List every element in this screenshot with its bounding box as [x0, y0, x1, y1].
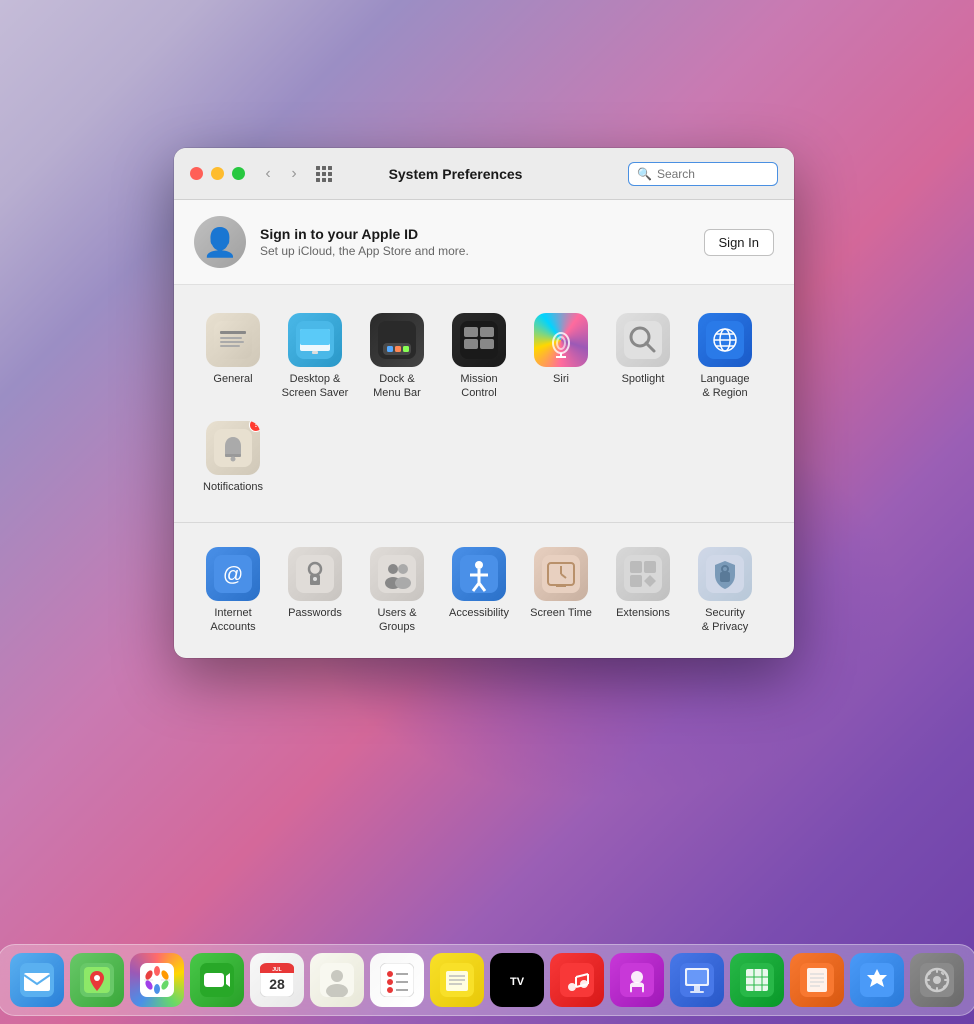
pref-spotlight[interactable]: Spotlight — [604, 305, 682, 409]
search-box[interactable]: 🔍 — [628, 162, 778, 186]
pref-passwords[interactable]: Passwords — [276, 539, 354, 643]
system-preferences-window: ‹ › System Preferences 🔍 👤 — [174, 148, 794, 658]
minimize-button[interactable] — [211, 167, 224, 180]
close-button[interactable] — [190, 167, 203, 180]
preferences-container: General Desktop &Screen Saver — [174, 285, 794, 658]
section-personal-grid: General Desktop &Screen Saver — [194, 305, 774, 502]
sign-in-button[interactable]: Sign In — [704, 229, 774, 256]
titlebar: ‹ › System Preferences 🔍 — [174, 148, 794, 200]
dock-calendar[interactable]: JUL 28 — [250, 953, 304, 1007]
extensions-label: Extensions — [616, 606, 670, 620]
dock-facetime[interactable] — [190, 953, 244, 1007]
dock-photos[interactable] — [130, 953, 184, 1007]
window-title: System Preferences — [283, 166, 628, 182]
section-accounts: @ InternetAccounts Passwords — [174, 522, 794, 658]
desktop-icon — [288, 313, 342, 367]
screentime-icon — [534, 547, 588, 601]
passwords-icon — [288, 547, 342, 601]
language-label: Language& Region — [701, 372, 750, 401]
dock-music[interactable] — [550, 953, 604, 1007]
section-accounts-grid: @ InternetAccounts Passwords — [194, 539, 774, 643]
users-label: Users &Groups — [377, 606, 416, 635]
apple-id-banner[interactable]: 👤 Sign in to your Apple ID Set up iCloud… — [174, 200, 794, 285]
pref-notifications[interactable]: ! Notifications — [194, 413, 272, 502]
mission-icon — [452, 313, 506, 367]
pref-accessibility[interactable]: Accessibility — [440, 539, 518, 643]
pref-desktop[interactable]: Desktop &Screen Saver — [276, 305, 354, 409]
pref-security[interactable]: Security& Privacy — [686, 539, 764, 643]
svg-text:JUL: JUL — [272, 967, 281, 973]
pref-language[interactable]: Language& Region — [686, 305, 764, 409]
pref-internet[interactable]: @ InternetAccounts — [194, 539, 272, 643]
dock-label: Dock &Menu Bar — [373, 372, 421, 401]
apple-id-text: Sign in to your Apple ID Set up iCloud, … — [260, 226, 704, 258]
dock-mail[interactable] — [10, 953, 64, 1007]
notifications-label: Notifications — [203, 480, 263, 494]
spotlight-icon — [616, 313, 670, 367]
apple-id-subtitle: Set up iCloud, the App Store and more. — [260, 244, 704, 258]
accessibility-icon — [452, 547, 506, 601]
users-icon — [370, 547, 424, 601]
dock-appstore[interactable] — [850, 953, 904, 1007]
dock-reminders[interactable] — [370, 953, 424, 1007]
dock-pages[interactable] — [790, 953, 844, 1007]
pref-mission[interactable]: MissionControl — [440, 305, 518, 409]
apple-id-title: Sign in to your Apple ID — [260, 226, 704, 242]
spotlight-label: Spotlight — [622, 372, 665, 386]
maximize-button[interactable] — [232, 167, 245, 180]
internet-label: InternetAccounts — [210, 606, 255, 635]
pref-siri[interactable]: Siri — [522, 305, 600, 409]
screentime-label: Screen Time — [530, 606, 592, 620]
dock-notes[interactable] — [430, 953, 484, 1007]
siri-icon — [534, 313, 588, 367]
dock-appletv[interactable]: TV — [490, 953, 544, 1007]
language-icon — [698, 313, 752, 367]
dock-sysprefs[interactable] — [910, 953, 964, 1007]
accessibility-label: Accessibility — [449, 606, 509, 620]
pref-screentime[interactable]: Screen Time — [522, 539, 600, 643]
notification-badge: ! — [249, 421, 260, 432]
section-personal: General Desktop &Screen Saver — [174, 295, 794, 518]
window-controls — [190, 167, 245, 180]
notifications-icon: ! — [206, 421, 260, 475]
search-input[interactable] — [657, 167, 769, 181]
security-icon — [698, 547, 752, 601]
passwords-label: Passwords — [288, 606, 342, 620]
mission-label: MissionControl — [460, 372, 497, 401]
dock-numbers[interactable] — [730, 953, 784, 1007]
avatar: 👤 — [194, 216, 246, 268]
desktop-label: Desktop &Screen Saver — [282, 372, 349, 401]
general-label: General — [213, 372, 252, 386]
svg-text:28: 28 — [269, 976, 285, 992]
search-icon: 🔍 — [637, 167, 652, 181]
dock-icon — [370, 313, 424, 367]
dock-contacts[interactable] — [310, 953, 364, 1007]
pref-extensions[interactable]: Extensions — [604, 539, 682, 643]
siri-label: Siri — [553, 372, 569, 386]
dock-podcasts[interactable] — [610, 953, 664, 1007]
pref-dock[interactable]: Dock &Menu Bar — [358, 305, 436, 409]
avatar-icon: 👤 — [203, 226, 238, 259]
svg-text:TV: TV — [510, 976, 525, 988]
extensions-icon — [616, 547, 670, 601]
back-button[interactable]: ‹ — [257, 163, 279, 185]
svg-text:@: @ — [223, 564, 243, 586]
general-icon — [206, 313, 260, 367]
internet-icon: @ — [206, 547, 260, 601]
pref-general[interactable]: General — [194, 305, 272, 409]
dock-keynote[interactable] — [670, 953, 724, 1007]
dock-maps[interactable] — [70, 953, 124, 1007]
security-label: Security& Privacy — [702, 606, 748, 635]
dock: JUL 28 T — [0, 944, 974, 1016]
pref-users[interactable]: Users &Groups — [358, 539, 436, 643]
